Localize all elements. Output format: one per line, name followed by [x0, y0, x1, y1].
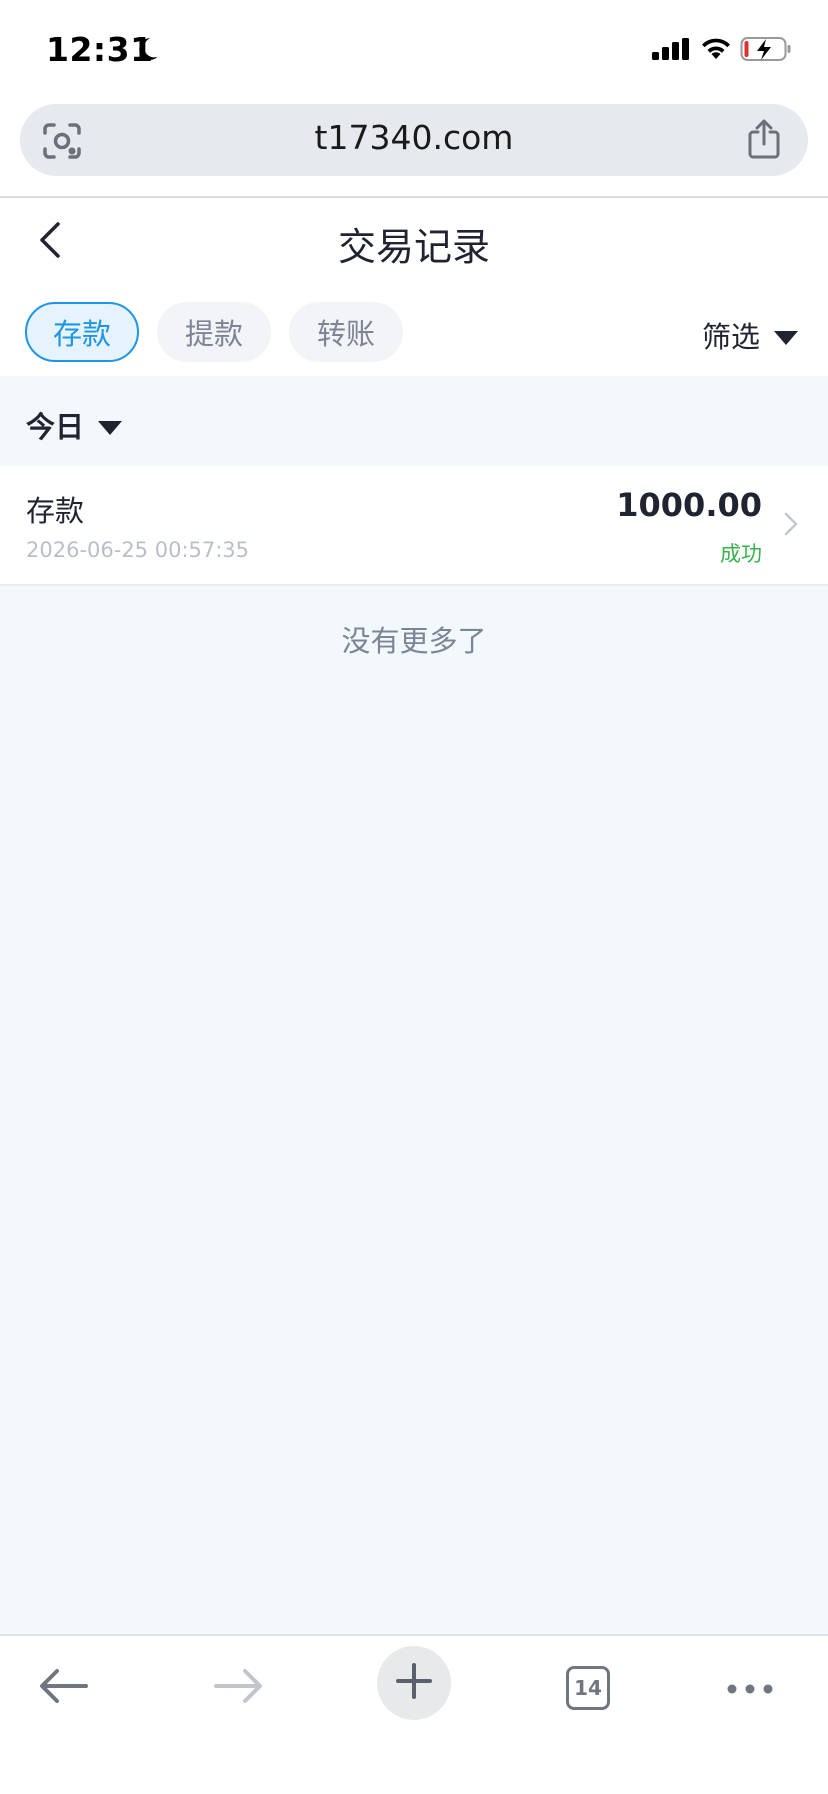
cellular-signal-icon — [652, 38, 690, 64]
record-amount: 1000.00 — [616, 486, 762, 524]
more-button[interactable] — [710, 1648, 790, 1728]
tab-withdraw[interactable]: 提款 — [157, 302, 271, 362]
app-header: 交易记录 — [0, 198, 828, 286]
plus-icon — [395, 1662, 433, 1704]
tabs-button[interactable]: 14 — [548, 1648, 628, 1728]
date-range-dropdown[interactable]: 今日 — [26, 404, 123, 446]
date-range-label: 今日 — [26, 410, 85, 444]
record-time: 2026-06-25 00:57:35 — [26, 538, 250, 562]
tab-transfer[interactable]: 转账 — [289, 302, 403, 362]
type-tabs: 存款 提款 转账 筛选 — [0, 286, 828, 376]
record-status: 成功 — [720, 542, 762, 566]
record-list: 存款 2026-06-25 00:57:35 1000.00 成功 — [0, 466, 828, 586]
share-icon[interactable] — [746, 118, 782, 164]
caret-down-icon — [98, 408, 123, 442]
tab-deposit[interactable]: 存款 — [25, 302, 139, 362]
url-text: t17340.com — [314, 118, 514, 157]
tabs-count-badge: 14 — [566, 1666, 610, 1710]
arrow-right-icon — [213, 1668, 263, 1708]
more-dots-icon — [727, 1679, 773, 1698]
browser-back-button[interactable] — [24, 1648, 104, 1728]
list-end-text: 没有更多了 — [341, 624, 487, 658]
wifi-icon — [700, 36, 732, 64]
record-row[interactable]: 存款 2026-06-25 00:57:35 1000.00 成功 — [0, 466, 828, 586]
chevron-right-icon — [784, 512, 798, 540]
moon-icon — [134, 36, 160, 66]
browser-address-bar: t17340.com — [0, 100, 828, 198]
status-bar: 12:31 — [0, 0, 828, 100]
filter-button[interactable]: 筛选 — [702, 314, 798, 356]
new-tab-button[interactable] — [377, 1646, 451, 1720]
date-filter-bar: 今日 — [0, 376, 828, 466]
arrow-left-icon — [39, 1668, 89, 1708]
url-field[interactable]: t17340.com — [20, 104, 808, 176]
record-type: 存款 — [26, 494, 85, 528]
battery-charging-icon — [740, 36, 792, 66]
browser-toolbar: 14 — [0, 1634, 828, 1794]
filter-label: 筛选 — [701, 320, 760, 354]
caret-down-icon — [774, 318, 798, 352]
page-title: 交易记录 — [337, 225, 490, 269]
browser-forward-button[interactable] — [198, 1648, 278, 1728]
